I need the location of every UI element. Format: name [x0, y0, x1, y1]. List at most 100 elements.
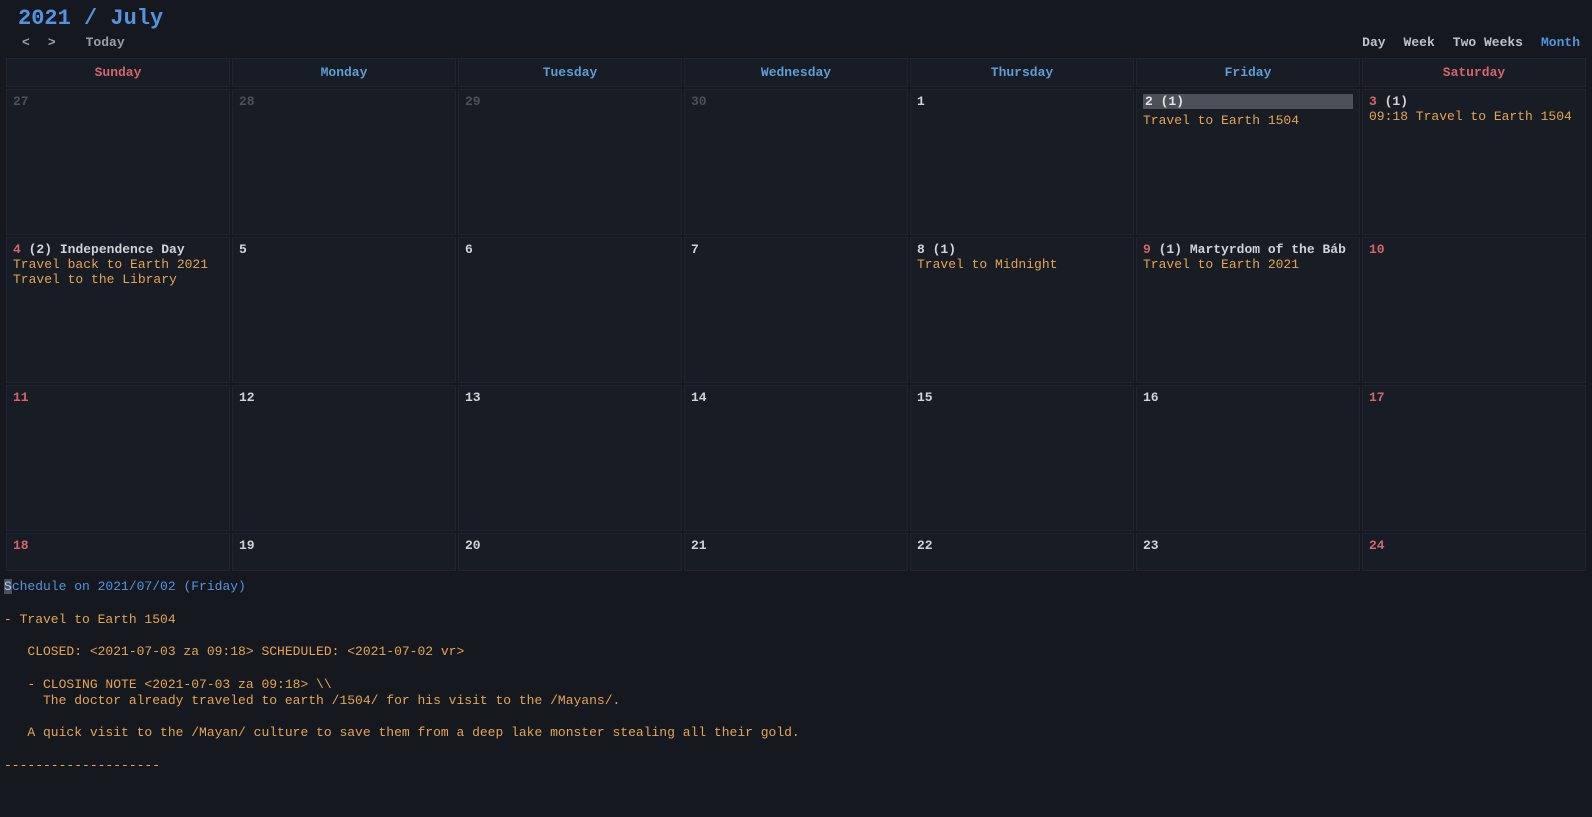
- day-header: 17: [1369, 390, 1579, 405]
- detail-line: --------------------: [4, 758, 1588, 774]
- calendar-cell[interactable]: 28: [232, 89, 456, 235]
- day-number: 4: [13, 242, 21, 257]
- calendar-event[interactable]: Travel to Earth 2021: [1143, 257, 1353, 272]
- event-count: (1): [933, 242, 956, 257]
- calendar-cell[interactable]: 7: [684, 237, 908, 383]
- day-header: 16: [1143, 390, 1353, 405]
- calendar-event[interactable]: 09:18 Travel to Earth 1504: [1369, 109, 1579, 124]
- calendar-cell[interactable]: 13: [458, 385, 682, 531]
- next-button[interactable]: >: [48, 35, 56, 50]
- calendar-cell[interactable]: 10: [1362, 237, 1586, 383]
- day-header: 20: [465, 538, 675, 553]
- calendar-event[interactable]: Travel to Earth 1504: [1143, 113, 1353, 128]
- calendar-cell[interactable]: 8 (1)Travel to Midnight: [910, 237, 1134, 383]
- day-number: 27: [13, 94, 29, 109]
- calendar-event[interactable]: Travel to Midnight: [917, 257, 1127, 272]
- day-header: 2 (1): [1143, 94, 1353, 109]
- calendar-cell[interactable]: 29: [458, 89, 682, 235]
- detail-pane: Schedule on 2021/07/02 (Friday) - Travel…: [0, 573, 1592, 778]
- calendar-week-row: 18 19 20 21 22 23 24: [6, 533, 1586, 571]
- detail-line: A quick visit to the /Mayan/ culture to …: [4, 725, 1588, 741]
- day-header: 30: [691, 94, 901, 109]
- page-title: 2021 / July: [0, 0, 1592, 33]
- calendar-cell[interactable]: 17: [1362, 385, 1586, 531]
- day-header: 5: [239, 242, 449, 257]
- calendar-cell[interactable]: 30: [684, 89, 908, 235]
- today-button[interactable]: Today: [86, 35, 125, 50]
- calendar-cell[interactable]: 12: [232, 385, 456, 531]
- detail-line: [4, 709, 1588, 725]
- view-week[interactable]: Week: [1404, 35, 1435, 50]
- day-header: 23: [1143, 538, 1353, 553]
- day-header: 7: [691, 242, 901, 257]
- day-header: 11: [13, 390, 223, 405]
- day-number: 1: [917, 94, 925, 109]
- calendar-cell[interactable]: 2 (1) Travel to Earth 1504: [1136, 89, 1360, 235]
- day-header: 14: [691, 390, 901, 405]
- event-count: (1): [1385, 94, 1408, 109]
- calendar-cell[interactable]: 6: [458, 237, 682, 383]
- calendar-cell[interactable]: 16: [1136, 385, 1360, 531]
- calendar-grid: SundayMondayTuesdayWednesdayThursdayFrid…: [4, 56, 1588, 573]
- calendar-cell[interactable]: 24: [1362, 533, 1586, 571]
- day-header: 1: [917, 94, 1127, 109]
- view-twoweeks[interactable]: Two Weeks: [1453, 35, 1523, 50]
- day-header: 4 (2) Independence Day: [13, 242, 223, 257]
- event-count: (1): [1161, 94, 1184, 109]
- day-header: 9 (1) Martyrdom of the Báb: [1143, 242, 1353, 257]
- calendar-cell[interactable]: 11: [6, 385, 230, 531]
- day-number: 22: [917, 538, 933, 553]
- day-header: 6: [465, 242, 675, 257]
- day-number: 10: [1369, 242, 1385, 257]
- calendar-cell[interactable]: 27: [6, 89, 230, 235]
- calendar-cell[interactable]: 4 (2) Independence DayTravel back to Ear…: [6, 237, 230, 383]
- detail-line: CLOSED: <2021-07-03 za 09:18> SCHEDULED:…: [4, 644, 1588, 660]
- day-number: 7: [691, 242, 699, 257]
- detail-line: [4, 628, 1588, 644]
- weekday-header: Sunday: [6, 58, 230, 87]
- calendar-cell[interactable]: 5: [232, 237, 456, 383]
- day-header: 10: [1369, 242, 1579, 257]
- day-header: 28: [239, 94, 449, 109]
- detail-line: [4, 660, 1588, 676]
- view-switcher: Day Week Two Weeks Month: [1362, 35, 1580, 50]
- day-number: 30: [691, 94, 707, 109]
- weekday-header-row: SundayMondayTuesdayWednesdayThursdayFrid…: [6, 58, 1586, 87]
- day-number: 24: [1369, 538, 1385, 553]
- calendar-cell[interactable]: 15: [910, 385, 1134, 531]
- day-number: 3: [1369, 94, 1377, 109]
- calendar-cell[interactable]: 23: [1136, 533, 1360, 571]
- view-month[interactable]: Month: [1541, 35, 1580, 50]
- calendar-cell[interactable]: 9 (1) Martyrdom of the BábTravel to Eart…: [1136, 237, 1360, 383]
- calendar-cell[interactable]: 14: [684, 385, 908, 531]
- holiday-name: Martyrdom of the Báb: [1190, 242, 1346, 257]
- calendar-cell[interactable]: 18: [6, 533, 230, 571]
- day-number: 18: [13, 538, 29, 553]
- day-header: 21: [691, 538, 901, 553]
- calendar-cell[interactable]: 20: [458, 533, 682, 571]
- prev-button[interactable]: <: [22, 35, 30, 50]
- day-number: 16: [1143, 390, 1159, 405]
- detail-line: The doctor already traveled to earth /15…: [4, 693, 1588, 709]
- detail-line: [4, 595, 1588, 611]
- event-count: (1): [1159, 242, 1182, 257]
- day-number: 8: [917, 242, 925, 257]
- calendar-cell[interactable]: 22: [910, 533, 1134, 571]
- day-header: 29: [465, 94, 675, 109]
- day-number: 19: [239, 538, 255, 553]
- calendar-cell[interactable]: 1: [910, 89, 1134, 235]
- day-header: 8 (1): [917, 242, 1127, 257]
- calendar-week-row: 11 1213 14 15 16 17: [6, 385, 1586, 531]
- day-number: 14: [691, 390, 707, 405]
- calendar-cell[interactable]: 21: [684, 533, 908, 571]
- calendar-event[interactable]: Travel to the Library: [13, 272, 223, 287]
- calendar-cell[interactable]: 19: [232, 533, 456, 571]
- calendar-cell[interactable]: 3 (1)09:18 Travel to Earth 1504: [1362, 89, 1586, 235]
- calendar-event[interactable]: Travel back to Earth 2021: [13, 257, 223, 272]
- day-number: 17: [1369, 390, 1385, 405]
- day-number: 5: [239, 242, 247, 257]
- view-day[interactable]: Day: [1362, 35, 1385, 50]
- day-header: 3 (1): [1369, 94, 1579, 109]
- day-header: 27: [13, 94, 223, 109]
- detail-title-hl: S: [4, 579, 12, 594]
